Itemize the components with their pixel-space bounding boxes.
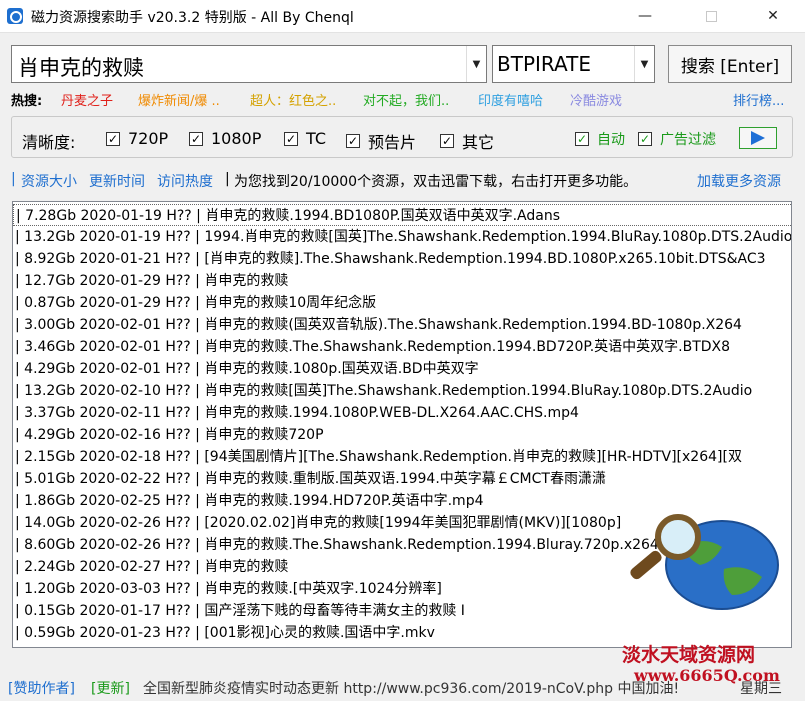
update-link[interactable]: [更新] <box>91 678 130 698</box>
result-row[interactable]: | 4.29Gb 2020-02-16 H?? | 肖申克的救赎720P <box>13 424 791 446</box>
checkbox-trailer[interactable]: ✓ <box>346 134 360 148</box>
watermark-text: 淡水天域资源网 <box>622 644 756 666</box>
search-history-dropdown[interactable]: ▼ <box>466 46 486 82</box>
sponsor-link[interactable]: [赞助作者] <box>8 678 75 698</box>
sort-by-time-link[interactable]: 更新时间 <box>89 171 145 191</box>
search-input[interactable]: 肖申克的救赎 ▼ <box>11 45 487 83</box>
maximize-button[interactable] <box>688 0 734 32</box>
auto-option[interactable]: ✓ 自动 <box>575 129 625 149</box>
hot-item[interactable]: 爆炸新闻/爆 .. <box>138 90 220 109</box>
close-button[interactable]: ✕ <box>750 0 796 32</box>
result-row[interactable]: | 3.37Gb 2020-02-11 H?? | 肖申克的救赎.1994.10… <box>13 402 791 424</box>
checkbox-1080p[interactable]: ✓ <box>189 131 203 146</box>
hot-item[interactable]: 对不起，我们.. <box>363 90 449 109</box>
auto-label: 自动 <box>597 132 625 148</box>
filter-label: 720P <box>128 129 169 148</box>
separator: | <box>225 171 230 187</box>
filter-1080p[interactable]: ✓ 1080P <box>189 129 261 148</box>
filter-label: 1080P <box>211 129 262 148</box>
checkbox-tc[interactable]: ✓ <box>284 131 298 146</box>
chevron-down-icon: ▼ <box>472 58 481 70</box>
minimize-button[interactable]: — <box>622 0 668 32</box>
result-row[interactable]: | 7.28Gb 2020-01-19 H?? | 肖申克的救赎.1994.BD… <box>13 204 791 226</box>
play-button[interactable] <box>739 127 777 149</box>
hot-search-label: 热搜: <box>11 94 43 109</box>
result-row[interactable]: | 12.7Gb 2020-01-29 H?? | 肖申克的救赎 <box>13 270 791 292</box>
result-row[interactable]: | 5.01Gb 2020-02-22 H?? | 肖申克的救赎.重制版.国英双… <box>13 468 791 490</box>
filter-label: 其它 <box>462 133 495 152</box>
result-summary: 为您找到20/10000个资源，双击迅雷下载，右击打开更多功能。 <box>234 174 638 190</box>
filter-label: 预告片 <box>368 133 417 152</box>
globe-magnifier-logo <box>630 514 779 610</box>
result-row[interactable]: | 2.15Gb 2020-02-18 H?? | [94美国剧情片][The.… <box>13 446 791 468</box>
result-row[interactable]: | 13.2Gb 2020-01-19 H?? | 1994.肖申克的救赎[国英… <box>13 226 791 248</box>
separator: | <box>11 171 16 187</box>
ad-filter-label: 广告过滤 <box>660 132 716 148</box>
filter-label: TC <box>306 129 327 148</box>
site-select-value: BTPIRATE <box>497 52 591 76</box>
result-row[interactable]: | 8.92Gb 2020-01-21 H?? | [肖申克的救赎].The.S… <box>13 248 791 270</box>
maximize-icon <box>705 10 717 22</box>
filter-other[interactable]: ✓ 其它 <box>440 129 494 153</box>
hot-item[interactable]: 丹麦之子 <box>61 90 113 109</box>
sort-by-hot-link[interactable]: 访问热度 <box>157 171 213 191</box>
result-row[interactable]: | 3.00Gb 2020-02-01 H?? | 肖申克的救赎(国英双音轨版)… <box>13 314 791 336</box>
filter-720p[interactable]: ✓ 720P <box>106 129 168 148</box>
hot-item[interactable]: 超人：红色之.. <box>250 90 336 109</box>
play-icon <box>751 131 765 145</box>
sort-by-size-link[interactable]: 资源大小 <box>21 171 77 191</box>
chevron-down-icon: ▼ <box>640 58 649 70</box>
result-row[interactable]: | 0.87Gb 2020-01-29 H?? | 肖申克的救赎10周年纪念版 <box>13 292 791 314</box>
quality-label: 清晰度: <box>22 129 75 153</box>
hot-item[interactable]: 冷酷游戏 <box>570 90 622 109</box>
checkbox-ad-filter[interactable]: ✓ <box>638 132 652 146</box>
rank-list-link[interactable]: 排行榜... <box>733 90 784 109</box>
ad-filter-option[interactable]: ✓ 广告过滤 <box>638 129 716 149</box>
search-query-text: 肖申克的救赎 <box>18 56 144 80</box>
filter-trailer[interactable]: ✓ 预告片 <box>346 129 416 153</box>
load-more-link[interactable]: 加载更多资源 <box>697 171 781 191</box>
quality-filter-group: 清晰度: ✓ 720P ✓ 1080P ✓ TC ✓ 预告片 ✓ 其它 ✓ 自动 ✓ 广告过滤 <box>11 116 793 158</box>
site-select[interactable]: BTPIRATE ▼ <box>492 45 655 83</box>
checkbox-720p[interactable]: ✓ <box>106 131 120 146</box>
search-button[interactable]: 搜索 [Enter] <box>668 45 792 83</box>
hot-item[interactable]: 印度有嘻哈 <box>478 90 543 109</box>
quality-label-text: 清晰度: <box>22 133 76 152</box>
result-row[interactable]: | 4.29Gb 2020-02-01 H?? | 肖申克的救赎.1080p.国… <box>13 358 791 380</box>
app-magnet-icon <box>7 8 23 24</box>
checkbox-other[interactable]: ✓ <box>440 134 454 148</box>
hot-search-bar: 热搜: 丹麦之子 爆炸新闻/爆 .. 超人：红色之.. 对不起，我们.. 印度有… <box>11 90 796 112</box>
weekday-label: 星期三 <box>740 681 782 697</box>
filter-tc[interactable]: ✓ TC <box>284 129 326 148</box>
result-info-bar: | 资源大小 更新时间 访问热度 | 为您找到20/10000个资源，双击迅雷下… <box>11 171 796 191</box>
result-row[interactable]: | 3.46Gb 2020-02-01 H?? | 肖申克的救赎.The.Sha… <box>13 336 791 358</box>
checkbox-auto[interactable]: ✓ <box>575 132 589 146</box>
site-select-arrow[interactable]: ▼ <box>634 46 654 82</box>
result-row[interactable]: | 13.2Gb 2020-02-10 H?? | 肖申克的救赎[国英]The.… <box>13 380 791 402</box>
window-title: 磁力资源搜索助手 v20.3.2 特别版 - All By Chenql <box>31 10 354 26</box>
status-message[interactable]: 全国新型肺炎疫情实时动态更新 http://www.pc936.com/2019… <box>143 678 679 698</box>
title-bar: 磁力资源搜索助手 v20.3.2 特别版 - All By Chenql — ✕ <box>0 0 805 33</box>
